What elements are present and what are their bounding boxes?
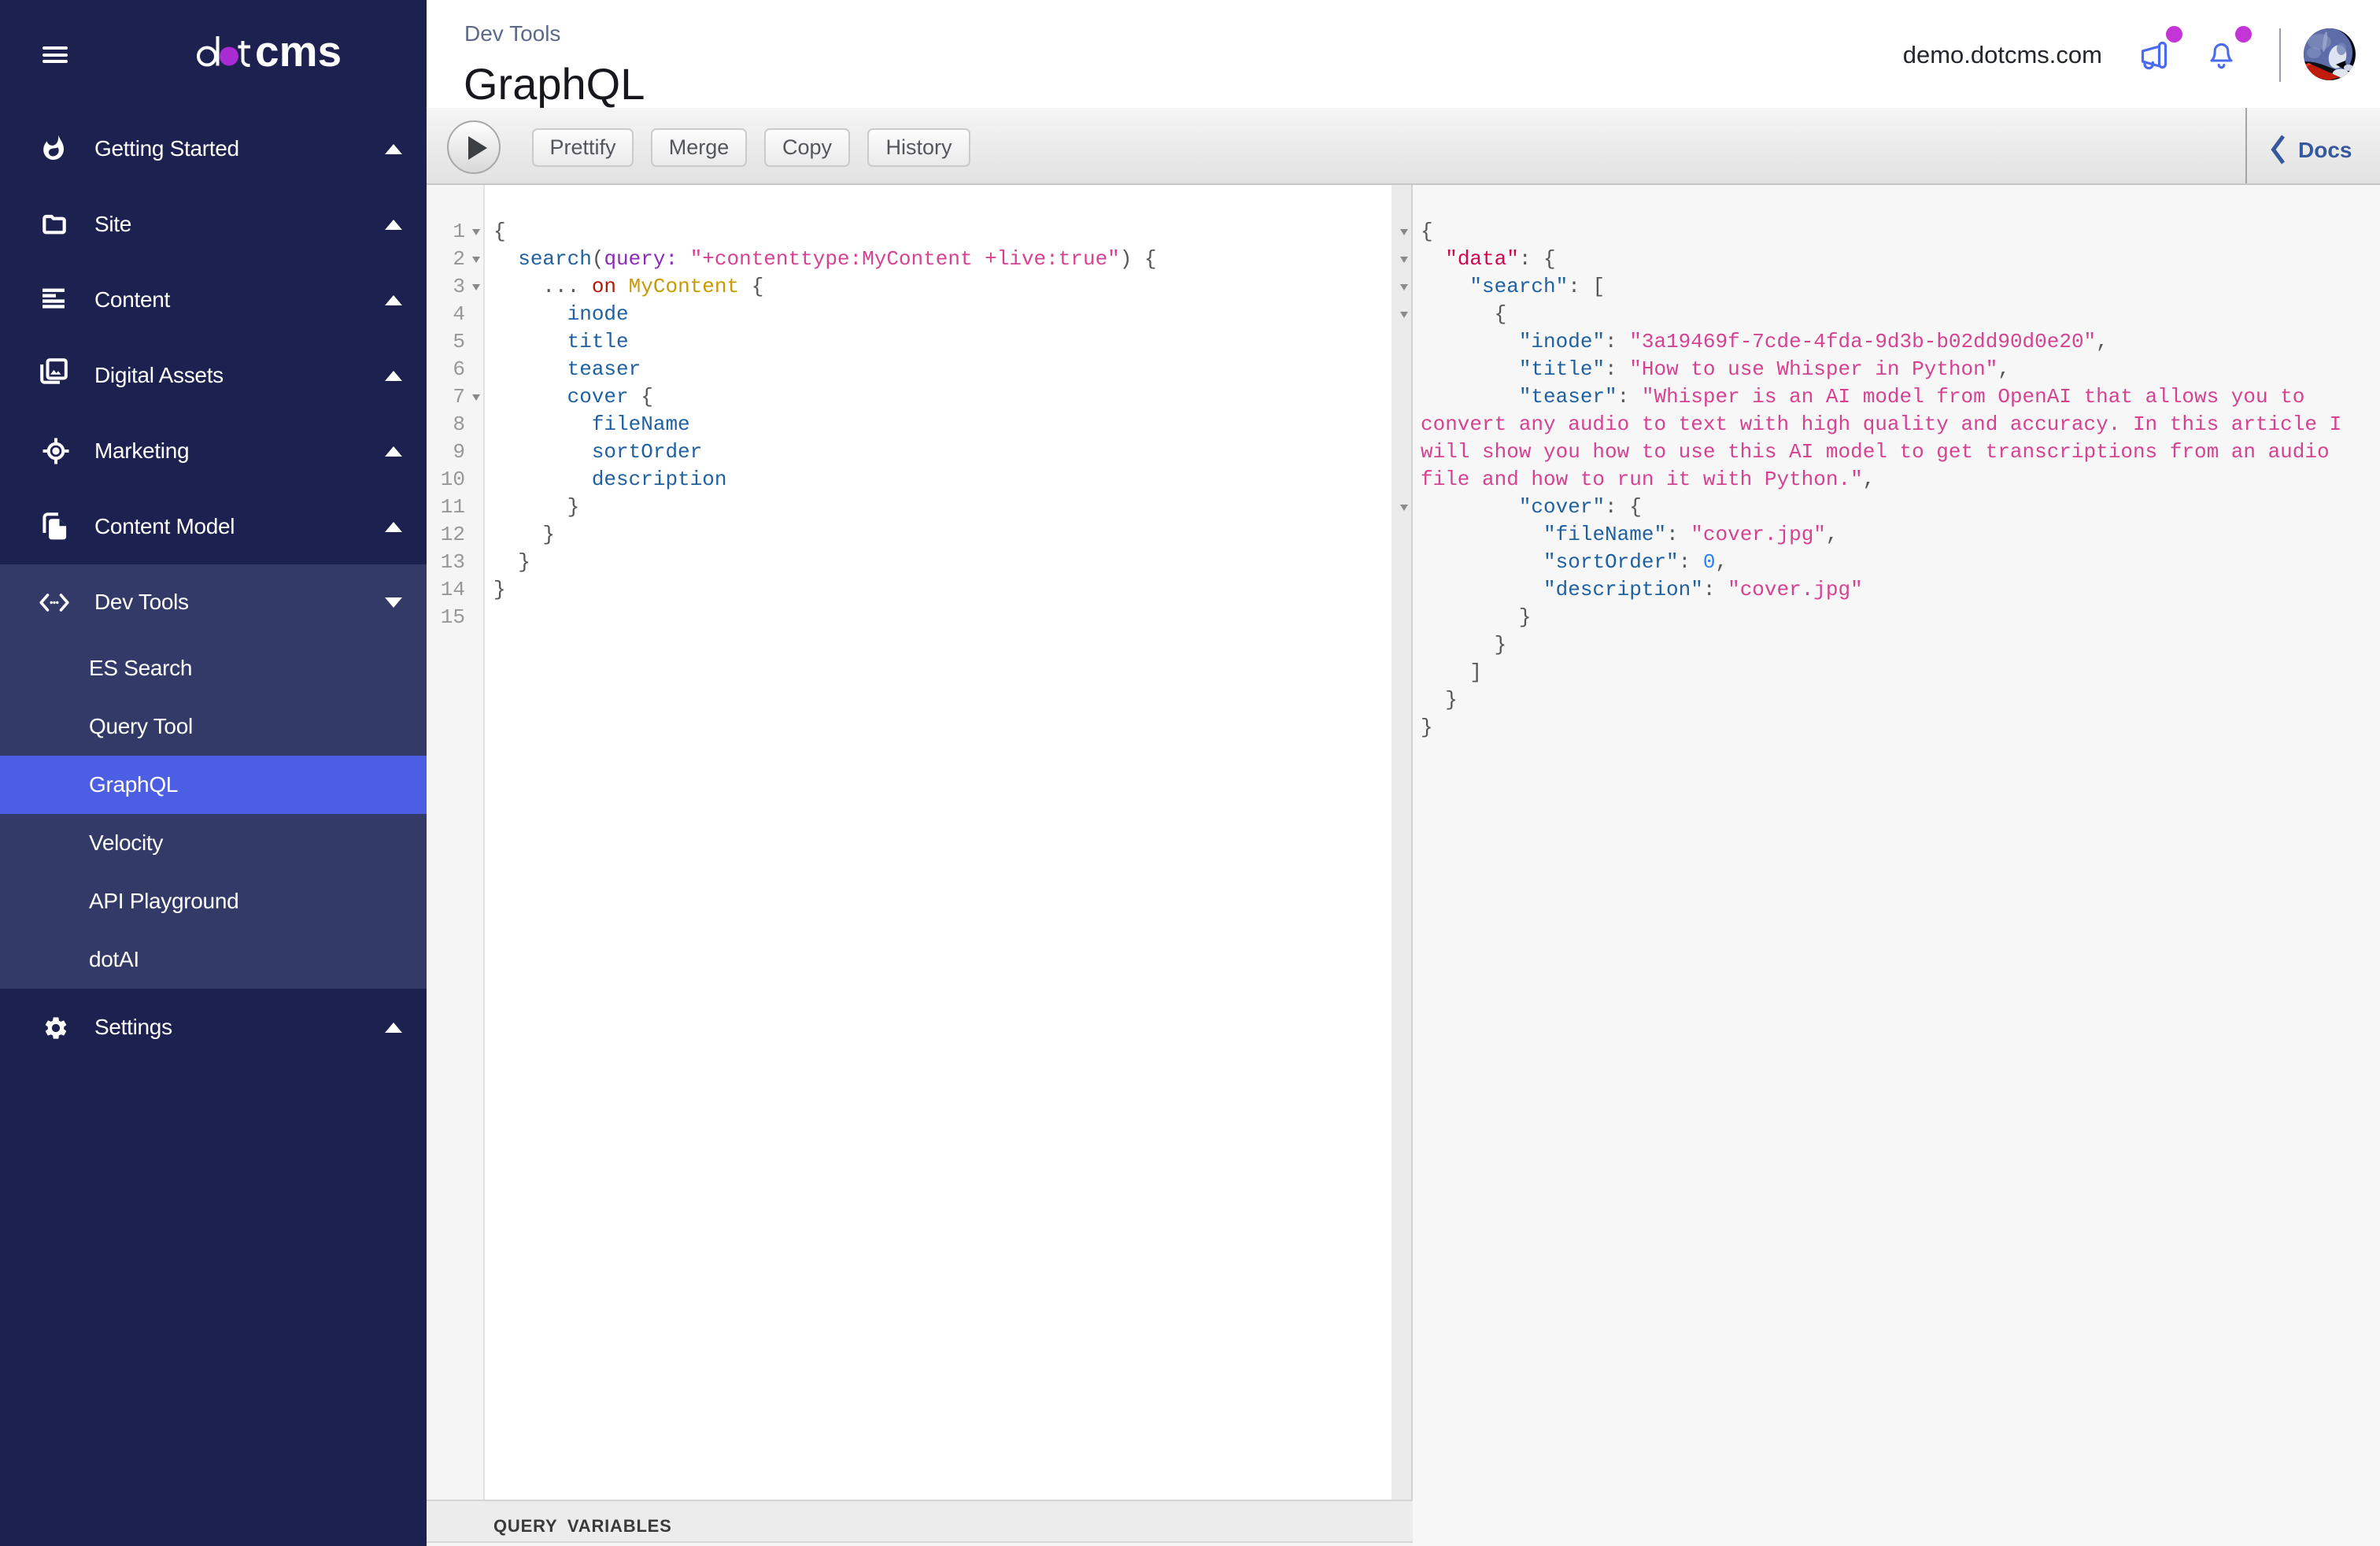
svg-text:cms: cms <box>255 31 342 76</box>
